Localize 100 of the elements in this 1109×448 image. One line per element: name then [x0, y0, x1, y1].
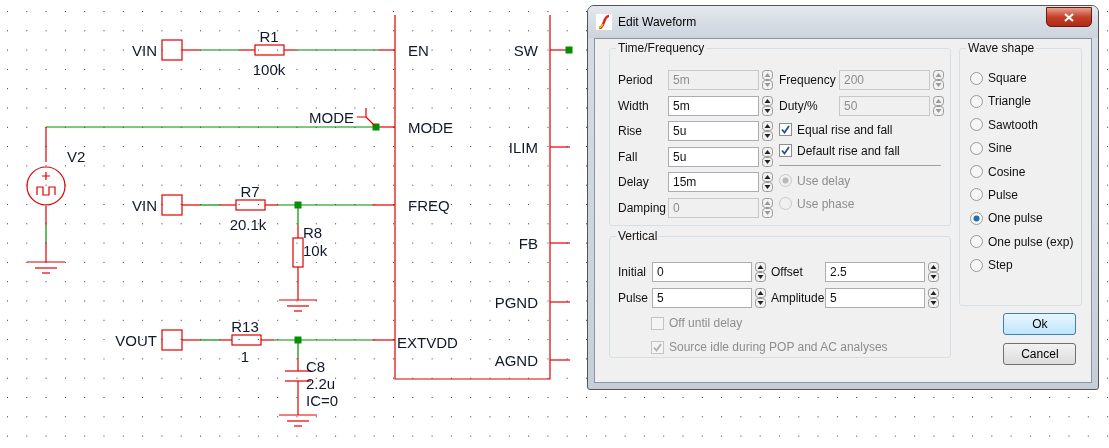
ground-symbol	[26, 261, 66, 274]
component-ref: V2	[67, 148, 86, 165]
pin-label: EN	[408, 42, 429, 59]
input-field[interactable]: 0	[652, 262, 752, 282]
radio-button[interactable]	[970, 141, 983, 155]
radio-button[interactable]	[970, 118, 983, 132]
wire	[549, 146, 571, 148]
pin-label: FREQ	[408, 197, 450, 214]
component-value: 20.1k	[229, 216, 267, 233]
field-label: Delay	[618, 175, 650, 190]
field-label: Duty/%	[779, 98, 819, 113]
radio-label: Use phase	[797, 196, 855, 211]
input-field[interactable]: 15m	[668, 172, 759, 193]
input-field[interactable]: 5u	[668, 121, 759, 142]
component-ref: R1	[259, 28, 279, 45]
component-value: 100k	[252, 61, 286, 78]
checkbox[interactable]	[779, 123, 792, 137]
resistor-symbol	[292, 237, 304, 268]
checkbox-label: Default rise and fall	[797, 143, 900, 158]
component-value: 2.2u	[306, 375, 336, 392]
component-value: 10k	[303, 242, 328, 259]
port-label: VIN	[132, 42, 157, 59]
spin-button[interactable]	[762, 121, 773, 142]
pin-label: AGND	[494, 352, 538, 369]
pulse-source-symbol	[26, 166, 66, 206]
radio-button[interactable]	[970, 235, 983, 249]
wire	[297, 266, 299, 301]
radio-label: One pulse	[988, 211, 1043, 226]
net-flag	[356, 107, 376, 127]
field-label: Damping	[618, 200, 666, 215]
pin-label: MODE	[408, 119, 453, 136]
dialog-button[interactable]: Ok	[1003, 313, 1077, 335]
pin-label: PGND	[494, 294, 538, 311]
radio-button[interactable]	[970, 211, 983, 225]
close-button[interactable]	[1046, 7, 1092, 27]
field-label: Fall	[618, 149, 639, 164]
ground-symbol	[278, 414, 318, 427]
field-label: Width	[618, 98, 650, 113]
component-ref: R7	[240, 183, 260, 200]
input-field[interactable]: 5	[825, 288, 925, 308]
port-label: VIN	[132, 197, 157, 214]
field-label: Period	[618, 73, 654, 87]
radio-label: Use delay	[797, 173, 851, 188]
port-box	[161, 329, 183, 351]
app-icon	[596, 14, 612, 30]
radio-label: Step	[988, 258, 1013, 273]
radio-button[interactable]	[970, 188, 983, 202]
dialog-button[interactable]: Cancel	[1003, 343, 1077, 365]
component-value: IC=0	[306, 392, 339, 409]
input-field[interactable]: 5u	[668, 146, 759, 167]
spin-button[interactable]	[755, 262, 766, 282]
spin-button[interactable]	[762, 172, 773, 193]
radio-button[interactable]	[970, 258, 983, 272]
field-label: Initial	[618, 265, 647, 279]
pin-label: EXTVDD	[397, 334, 458, 351]
spin-button[interactable]	[928, 262, 939, 282]
radio-label: Sine	[988, 141, 1013, 156]
close-icon	[1064, 12, 1074, 22]
radio-label: Triangle	[988, 94, 1031, 109]
field-label: Offset	[771, 265, 804, 279]
net-label: MODE	[309, 109, 354, 126]
wire	[549, 301, 571, 303]
component-ref: R8	[303, 224, 323, 241]
wire	[549, 242, 571, 244]
field-label: Amplitude	[771, 291, 823, 305]
checkbox-label: Source idle during POP and AC analyses	[669, 340, 888, 354]
radio-label: One pulse (exp)	[988, 234, 1074, 249]
spin-button[interactable]	[755, 288, 766, 308]
checkbox-label: Equal rise and fall	[797, 122, 893, 137]
window-title: Edit Waveform	[618, 15, 698, 29]
input-field[interactable]: 5m	[668, 95, 759, 116]
input-field[interactable]: 5	[652, 288, 752, 308]
field-label: Frequency	[779, 73, 837, 87]
port-label: VOUT	[115, 332, 157, 349]
radio-button[interactable]	[970, 71, 983, 85]
radio-label: Cosine	[988, 164, 1026, 179]
pin-label: ILIM	[508, 139, 538, 156]
port-box	[161, 39, 183, 61]
radio-button[interactable]	[970, 94, 983, 108]
resistor-symbol	[235, 199, 266, 211]
checkbox[interactable]	[779, 144, 792, 158]
wire	[549, 359, 571, 361]
input-field[interactable]: 2.5	[825, 262, 925, 282]
pin-label: FB	[518, 235, 538, 252]
component-value: 1	[240, 348, 250, 365]
wire	[297, 380, 299, 416]
spin-button[interactable]	[762, 95, 773, 116]
spin-button[interactable]	[762, 146, 773, 167]
resistor-symbol	[231, 334, 262, 346]
resistor-symbol	[254, 44, 285, 56]
radio-button[interactable]	[970, 165, 983, 179]
radio-label: Sawtooth	[988, 117, 1039, 132]
field-label: Pulse	[618, 291, 650, 305]
ground-symbol	[278, 299, 318, 312]
radio-label: Pulse	[988, 187, 1019, 202]
pin-label: SW	[513, 42, 538, 59]
port-box	[161, 194, 183, 216]
checkbox-label: Off until delay	[669, 316, 743, 330]
radio-label: Square	[988, 71, 1027, 85]
spin-button[interactable]	[928, 288, 939, 308]
